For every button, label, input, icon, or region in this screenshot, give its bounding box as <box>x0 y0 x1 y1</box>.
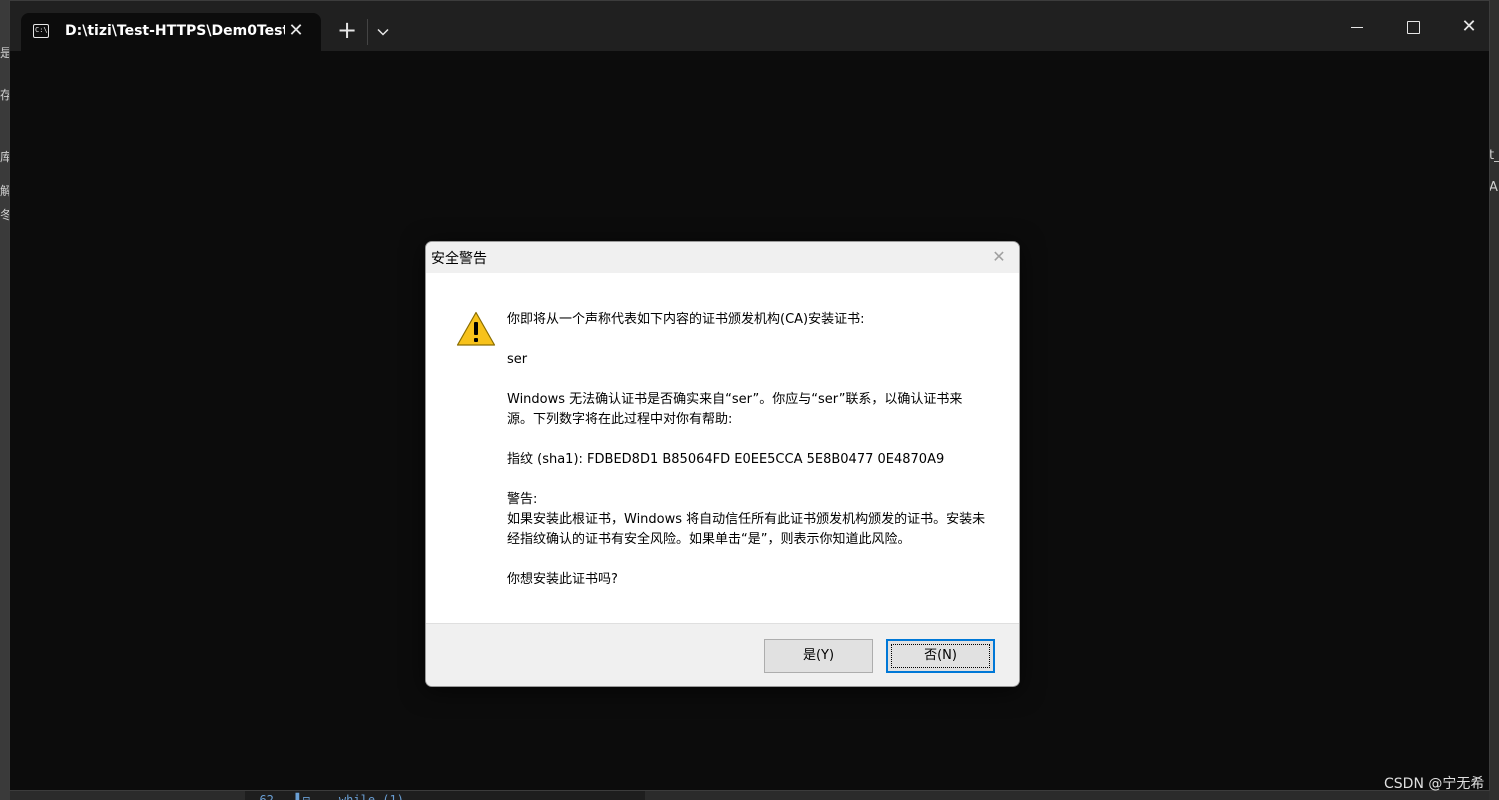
dialog-close-icon[interactable]: ✕ <box>989 247 1009 267</box>
warning-heading: 警告: <box>507 492 538 507</box>
dialog-footer: 是(Y) 否(N) <box>426 623 1019 686</box>
background-app-right: t_ A <box>1489 0 1499 800</box>
dialog-message: 你即将从一个声称代表如下内容的证书颁发机构(CA)安装证书: ser Windo… <box>507 310 987 590</box>
terminal-titlebar[interactable]: C:\ D:\tizi\Test-HTTPS\Dem0Test- ✕ + ✕ <box>10 1 1489 51</box>
dialog-titlebar[interactable]: 安全警告 ✕ <box>426 242 1019 273</box>
background-text: t_ <box>1489 148 1499 163</box>
terminal-icon: C:\ <box>33 24 49 38</box>
warning-icon <box>456 311 496 346</box>
yes-button[interactable]: 是(Y) <box>764 639 873 673</box>
tab-separator <box>367 19 368 45</box>
focus-ring <box>891 644 990 668</box>
thumbprint: 指纹 (sha1): FDBED8D1 B85064FD E0EE5CCA 5E… <box>507 452 945 467</box>
install-question: 你想安装此证书吗? <box>507 572 618 587</box>
close-window-button[interactable]: ✕ <box>1446 13 1492 41</box>
minimize-button[interactable] <box>1334 13 1380 41</box>
message-intro: 你即将从一个声称代表如下内容的证书颁发机构(CA)安装证书: <box>507 312 865 327</box>
new-tab-button[interactable]: + <box>334 17 360 43</box>
maximize-button[interactable] <box>1390 13 1436 41</box>
no-button[interactable]: 否(N) <box>886 639 995 673</box>
maximize-icon <box>1406 21 1420 34</box>
background-text: A <box>1489 180 1498 195</box>
dialog-title: 安全警告 <box>431 251 487 267</box>
security-warning-dialog: 安全警告 ✕ 你即将从一个声称代表如下内容的证书颁发机构(CA)安装证书: se… <box>425 241 1020 687</box>
terminal-tab[interactable]: C:\ D:\tizi\Test-HTTPS\Dem0Test- ✕ <box>21 13 321 51</box>
chevron-down-icon <box>377 28 389 36</box>
close-tab-icon[interactable]: ✕ <box>284 19 308 43</box>
tab-title: D:\tizi\Test-HTTPS\Dem0Test- <box>65 23 285 39</box>
minimize-icon <box>1351 27 1363 28</box>
warning-text: 如果安装此根证书，Windows 将自动信任所有此证书颁发机构颁发的证书。安装未… <box>507 512 986 547</box>
watermark: CSDN @宁无希 <box>1384 776 1485 792</box>
tab-dropdown-button[interactable] <box>372 19 394 43</box>
message-verify: Windows 无法确认证书是否确实来自“ser”。你应与“ser”联系，以确认… <box>507 392 963 427</box>
certificate-name: ser <box>507 352 528 367</box>
